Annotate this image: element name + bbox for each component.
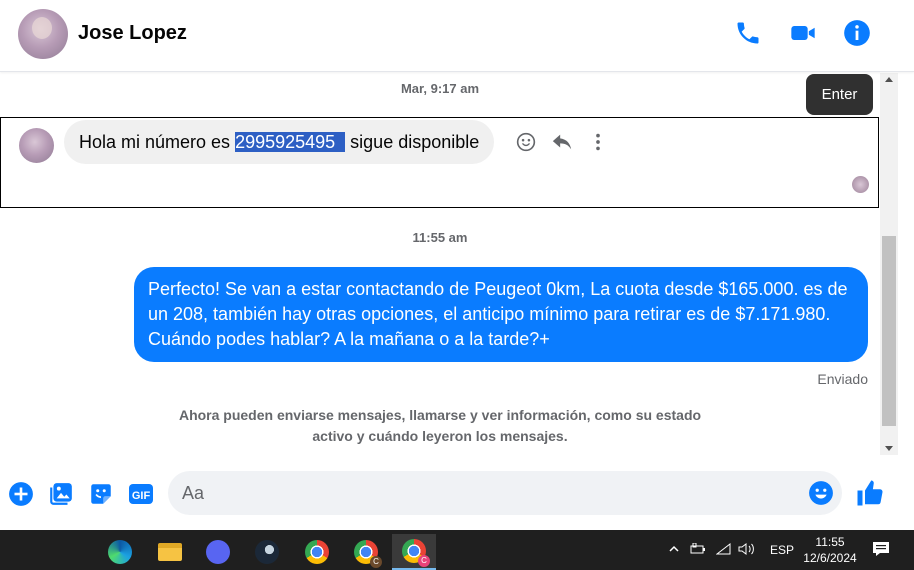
message-actions xyxy=(514,130,610,154)
discord-icon[interactable] xyxy=(196,534,240,570)
file-explorer-icon[interactable] xyxy=(148,534,192,570)
reply-icon[interactable] xyxy=(550,130,574,154)
selected-phone-number[interactable]: 2995925495 xyxy=(235,132,346,152)
chrome-browser-icon[interactable] xyxy=(295,534,339,570)
profile-badge: C xyxy=(418,555,430,567)
volume-icon[interactable] xyxy=(738,542,756,559)
profile-badge: C xyxy=(370,556,382,568)
chrome-profile-icon[interactable]: C xyxy=(344,534,388,570)
gif-icon[interactable]: GIF xyxy=(127,480,155,508)
chrome-active-window-icon[interactable]: C xyxy=(392,534,436,570)
message-text-prefix: Hola mi número es xyxy=(79,132,236,152)
sender-avatar[interactable] xyxy=(19,128,54,163)
contact-avatar[interactable] xyxy=(18,9,68,59)
system-tray: ESP xyxy=(668,530,794,570)
contact-name[interactable]: Jose Lopez xyxy=(78,22,187,45)
clock-date: 12/6/2024 xyxy=(803,551,857,565)
incoming-message-bubble[interactable]: Hola mi número es 2995925495 sigue dispo… xyxy=(64,120,495,164)
message-composer: GIF xyxy=(0,460,914,530)
outgoing-message-bubble[interactable]: Perfecto! Se van a estar contactando de … xyxy=(134,267,868,362)
info-icon[interactable] xyxy=(841,17,873,49)
timestamp: Mar, 9:17 am xyxy=(400,81,480,96)
message-text-suffix: sigue disponible xyxy=(345,132,480,152)
wifi-icon[interactable] xyxy=(715,542,732,559)
encryption-notice: Ahora pueden enviarse mensajes, llamarse… xyxy=(178,407,702,444)
chat-header: Jose Lopez xyxy=(0,0,914,72)
edge-browser-icon[interactable] xyxy=(98,534,142,570)
timestamp: 11:55 am xyxy=(412,230,468,245)
scrollbar-thumb[interactable] xyxy=(882,236,896,426)
chevron-up-icon[interactable] xyxy=(668,543,680,558)
steam-icon[interactable] xyxy=(245,534,289,570)
scrollbar[interactable] xyxy=(880,73,898,455)
battery-icon[interactable] xyxy=(690,542,706,558)
react-emoji-icon[interactable] xyxy=(514,130,538,154)
sent-status: Enviado xyxy=(817,371,868,387)
clock-time: 11:55 xyxy=(815,535,845,549)
tooltip: Enter xyxy=(806,74,873,115)
language-indicator[interactable]: ESP xyxy=(770,543,794,557)
sticker-icon[interactable] xyxy=(87,480,115,508)
gif-label: GIF xyxy=(132,490,151,502)
windows-taskbar: C C ESP 11:55 12/6/2024 xyxy=(0,530,914,570)
seen-receipt-avatar xyxy=(852,176,869,193)
phone-icon[interactable] xyxy=(732,17,764,49)
plus-icon[interactable] xyxy=(7,480,35,508)
emoji-icon[interactable] xyxy=(808,480,834,506)
scroll-down-arrow[interactable] xyxy=(885,446,893,451)
notification-icon[interactable] xyxy=(872,540,890,563)
scroll-up-arrow[interactable] xyxy=(885,77,893,82)
system-clock[interactable]: 11:55 12/6/2024 xyxy=(800,534,860,566)
video-camera-icon[interactable] xyxy=(787,17,819,49)
incoming-message-row[interactable]: Hola mi número es 2995925495 sigue dispo… xyxy=(0,117,879,208)
thumbs-up-icon[interactable] xyxy=(855,478,885,508)
message-input[interactable] xyxy=(182,471,782,515)
message-input-container[interactable] xyxy=(168,471,842,515)
more-options-icon[interactable] xyxy=(586,130,610,154)
photo-gallery-icon[interactable] xyxy=(47,480,75,508)
